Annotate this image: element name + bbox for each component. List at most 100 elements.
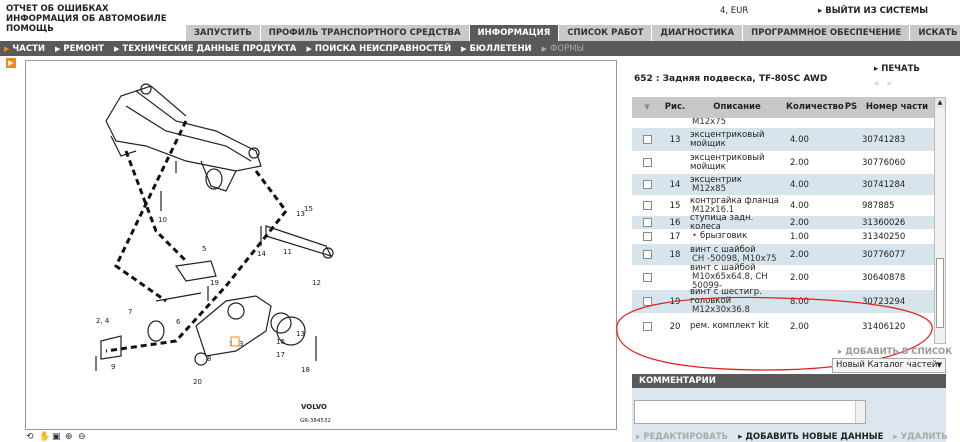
print-arrow-icon: ▸ (874, 64, 879, 74)
table-row[interactable]: 13 эксцентриковый мойщик 4.00 30741283 (632, 128, 934, 152)
callout-label[interactable]: 11 (283, 248, 292, 256)
col-ps[interactable]: PS (842, 103, 860, 112)
diagram-tools: ⟲ ✋ ▣ ⊕ ⊖ (26, 432, 89, 442)
callout-label[interactable]: 19 (210, 279, 219, 287)
table-row[interactable]: эксцентриковый мойщик 2.00 30776060 (632, 152, 934, 174)
last-page-icon[interactable]: » (886, 79, 894, 89)
col-part[interactable]: Номер части (860, 103, 934, 112)
subnav-item-1[interactable]: ▶ РЕМОНТ (51, 44, 110, 54)
subnav-item-3[interactable]: ▶ ПОИСКА НЕИСПРАВНОСТЕЙ (303, 44, 458, 54)
callout-label[interactable]: 3 (239, 340, 243, 348)
tab-0[interactable]: ЗАПУСТИТЬ (186, 25, 261, 41)
subnav-item-0[interactable]: ▶ ЧАСТИ (0, 44, 51, 54)
callout-label[interactable]: 13 (296, 330, 305, 338)
row-checkbox[interactable] (642, 250, 652, 259)
subnav-label: ФОРМЫ (550, 43, 585, 54)
vehicle-info-link[interactable]: ИНФОРМАЦИЯ ОБ АВТОМОБИЛЕ (6, 14, 167, 24)
row-select-cell (632, 297, 662, 306)
fit-page-icon[interactable]: ▣ (52, 432, 63, 442)
cell-qty: 2.00 (790, 157, 809, 168)
first-page-icon[interactable]: « (874, 79, 882, 89)
tab-6[interactable]: ИСКАТЬ (910, 25, 960, 41)
callout-label[interactable]: 20 (193, 378, 202, 386)
table-scrollbar[interactable]: ▲ (934, 97, 946, 344)
cell-desc: эксцентриковый мойщик (688, 130, 786, 149)
zoom-in-icon[interactable]: ⊕ (65, 432, 76, 442)
table-row[interactable]: 14 эксцентрик M12x85 4.00 30741284 (632, 174, 934, 196)
zoom-out-icon[interactable]: ⊖ (78, 432, 89, 442)
cell-fig: 18 (669, 249, 681, 260)
catalog-select[interactable]: Новый Каталог частей ▼ (832, 358, 946, 373)
print-button[interactable]: ▸ ПЕЧАТЬ (874, 64, 920, 74)
row-checkbox[interactable] (642, 201, 652, 210)
tab-2[interactable]: ИНФОРМАЦИЯ (469, 25, 560, 41)
callout-label[interactable]: 5 (202, 245, 206, 253)
table-row[interactable]: 16 ступица задн. колеса 2.00 31360026 (632, 213, 934, 231)
exploded-view-drawing: 10131514 1151219768162, 491 318201713 VOLV… (95, 83, 334, 424)
comments-textarea[interactable] (634, 400, 866, 424)
row-checkbox[interactable] (642, 180, 652, 189)
expand-panel-icon[interactable]: ▶ (6, 58, 16, 68)
callout-label[interactable]: 16 (276, 338, 285, 346)
tab-4[interactable]: ДИАГНОСТИКА (652, 25, 744, 41)
subnav-item-4[interactable]: ▶ БЮЛЛЕТЕНИ (457, 44, 538, 54)
delete-button[interactable]: ▸ УДАЛИТЬ (893, 432, 947, 442)
sort-icon[interactable]: ▼ (632, 103, 662, 112)
row-checkbox[interactable] (642, 218, 652, 227)
callout-label[interactable]: 7 (128, 308, 132, 316)
scroll-up-icon[interactable]: ▲ (935, 98, 945, 108)
row-checkbox[interactable] (642, 297, 652, 306)
help-link[interactable]: ПОМОЩЬ (6, 24, 167, 34)
row-select-cell (632, 273, 662, 282)
rotate-icon[interactable]: ⟲ (26, 432, 37, 442)
subnav-item-2[interactable]: ▶ ТЕХНИЧЕСКИЕ ДАННЫЕ ПРОДУКТА (110, 44, 302, 54)
scroll-thumb[interactable] (936, 258, 944, 328)
row-checkbox[interactable] (642, 273, 652, 282)
row-checkbox[interactable] (642, 135, 652, 144)
cell-desc: винт с шайбой CH -50098, M10x75 (688, 245, 786, 264)
row-checkbox[interactable] (642, 322, 652, 331)
table-row[interactable]: 19 винт с шестигр. головкой M12x30x36.8 8.0… (632, 288, 934, 315)
desc-subtext: M12x30x36.8 (692, 305, 750, 315)
callout-label[interactable]: 12 (312, 279, 321, 287)
table-row[interactable]: M12x75 (632, 118, 934, 128)
add-to-list-button[interactable]: ▸ ДОБАВИТЬ В СПИСОК (838, 347, 952, 357)
row-select-cell (632, 232, 662, 241)
callout-label[interactable]: 9 (111, 363, 115, 371)
table-row[interactable]: винт с шайбой M10x65x64.8, CH 50099- 2.00 3… (632, 264, 934, 291)
col-fig[interactable]: Рис. (662, 103, 688, 112)
table-row[interactable]: 20 рем. комплект kit 2.00 31406120 (632, 314, 934, 340)
error-report-link[interactable]: ОТЧЕТ ОБ ОШИБКАХ (6, 4, 167, 14)
table-row[interactable]: 18 винт с шайбой CH -50098, M10x75 2.00 3077… (632, 244, 934, 266)
cell-part: 30640878 (862, 272, 906, 283)
callout-label[interactable]: 6 (176, 318, 181, 326)
cell-qty: 4.00 (790, 179, 809, 190)
callout-label[interactable]: 18 (301, 366, 310, 374)
desc-subtext: M12x75 (692, 118, 726, 127)
callout-label[interactable]: 2, 4 (96, 317, 110, 325)
parts-diagram[interactable]: 10 13 15 14 11 5 12 19 7 6 8 16 2, 4 9 1 3 18 20 17 13 VOLV… (25, 60, 617, 430)
tab-1[interactable]: ПРОФИЛЬ ТРАНСПОРТНОГО СРЕДСТВА (260, 25, 470, 41)
pan-hand-icon[interactable]: ✋ (39, 432, 50, 442)
row-checkbox[interactable] (642, 158, 652, 167)
callout-label[interactable]: 15 (304, 205, 313, 213)
callout-label[interactable]: 10 (158, 216, 167, 224)
row-select-cell (632, 180, 662, 189)
row-checkbox[interactable] (642, 232, 652, 241)
logout-link[interactable]: ▸ ВЫЙТИ ИЗ СИСТЕМЫ (818, 6, 928, 16)
col-desc[interactable]: Описание (688, 103, 786, 112)
cell-desc: эксцентрик M12x85 (688, 175, 786, 194)
edit-button[interactable]: ▸ РЕДАКТИРОВАТЬ (636, 432, 728, 442)
cell-part: 30741284 (862, 179, 906, 190)
callout-label[interactable]: 14 (257, 250, 266, 258)
col-qty[interactable]: Количество (786, 103, 844, 112)
subnav-item-5[interactable]: ▶ ФОРМЫ (538, 44, 590, 54)
tab-5[interactable]: ПРОГРАММНОЕ ОБЕСПЕЧЕНИЕ (743, 25, 911, 41)
cell-qty: 2.00 (790, 217, 809, 228)
comments-scrollbar[interactable] (855, 401, 865, 423)
add-data-button[interactable]: ▸ ДОБАВИТЬ НОВЫЕ ДАННЫЕ (738, 432, 883, 442)
callout-label[interactable]: 17 (276, 351, 285, 359)
table-row[interactable]: 17 • брызговик 1.00 31340250 (632, 230, 934, 244)
tab-3[interactable]: СПИСОК РАБОТ (559, 25, 653, 41)
callout-label[interactable]: 8 (207, 355, 211, 363)
